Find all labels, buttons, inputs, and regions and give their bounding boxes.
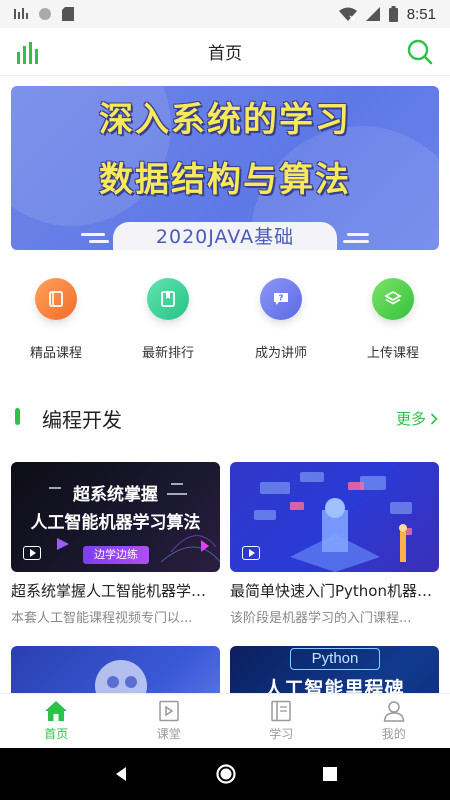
back-icon[interactable]: [112, 765, 130, 783]
course-description: 该阶段是机器学习的入门课程...: [230, 611, 412, 626]
thumbnail-title: 超系统掌握: [73, 485, 158, 505]
banner-subtitle: 2020JAVA基础: [113, 222, 337, 250]
category-label: 最新排行: [141, 346, 194, 361]
search-icon[interactable]: [406, 38, 434, 66]
cell-signal-icon: [365, 7, 380, 21]
thumbnail-subtitle: 人工智能机器学习算法: [30, 513, 201, 533]
video-icon: [23, 546, 41, 560]
recents-icon[interactable]: [322, 766, 338, 782]
course-card[interactable]: 超系统掌握 人工智能机器学习算法 边学边练 超系统掌握人工智能机器学习算法 本套…: [11, 462, 220, 626]
signal-bars-icon: [14, 8, 28, 19]
nav-label: 首页: [44, 727, 69, 741]
system-nav-bar: [0, 748, 450, 800]
lecturer-icon: ?: [260, 278, 302, 320]
app-bar: 首页: [0, 28, 450, 76]
banner-dash: [89, 240, 109, 243]
page-title: 首页: [208, 44, 242, 64]
category-grid: 精品课程 最新排行 ? 成为讲师 上传课程: [0, 278, 450, 368]
nav-label: 课堂: [156, 727, 181, 741]
more-label: 更多: [395, 410, 426, 428]
course-thumbnail: [230, 462, 439, 572]
banner-headline-2: 数据结构与算法: [99, 160, 351, 200]
promo-banner[interactable]: 深入系统的学习 数据结构与算法 2020JAVA基础: [11, 86, 439, 250]
nav-item-home[interactable]: 首页: [0, 694, 113, 748]
nav-label: 学习: [269, 727, 294, 741]
course-card[interactable]: 最简单快速入门Python机器学习 该阶段是机器学习的入门课程...: [230, 462, 439, 626]
ranking-icon: [147, 278, 189, 320]
course-title: 超系统掌握人工智能机器学习算法: [11, 582, 220, 600]
home-icon: [45, 701, 68, 721]
home-button-icon[interactable]: [215, 763, 237, 785]
section-title: 编程开发: [42, 408, 122, 432]
category-item-premium[interactable]: 精品课程: [6, 278, 106, 361]
category-label: 精品课程: [29, 346, 82, 361]
more-link[interactable]: 更多: [396, 408, 438, 429]
chevron-right-icon: [430, 412, 438, 425]
category-label: 上传课程: [366, 346, 419, 361]
study-icon: [271, 700, 291, 722]
layers-icon: [372, 278, 414, 320]
banner-dash: [347, 233, 369, 236]
banner-headline: 深入系统的学习: [99, 100, 351, 140]
category-item-ranking[interactable]: 最新排行: [118, 278, 218, 361]
banner-dash: [81, 233, 105, 236]
video-icon: [242, 546, 260, 560]
category-item-lecturer[interactable]: ? 成为讲师: [231, 278, 331, 361]
svg-text:?: ?: [279, 294, 284, 303]
sd-card-icon: [62, 7, 74, 21]
stats-icon[interactable]: [14, 38, 42, 66]
status-bar: 8:51: [0, 0, 450, 28]
course-thumbnail: 超系统掌握 人工智能机器学习算法 边学边练: [11, 462, 220, 572]
nav-label: 我的: [381, 727, 406, 741]
book-icon: [35, 278, 77, 320]
category-label: 成为讲师: [254, 346, 307, 361]
course-description: 本套人工智能课程视频专门以...: [11, 611, 193, 626]
thumbnail-illustration: [254, 472, 412, 572]
section-header: 编程开发 更多: [0, 398, 450, 438]
classroom-icon: [159, 700, 179, 722]
thumbnail-tag: 边学边练: [83, 546, 149, 564]
section-accent-bar: [15, 408, 20, 425]
nav-item-profile[interactable]: 我的: [338, 694, 450, 748]
nav-item-classroom[interactable]: 课堂: [113, 694, 226, 748]
wifi-icon: [338, 7, 357, 21]
battery-icon: [388, 6, 398, 22]
nav-item-study[interactable]: 学习: [225, 694, 338, 748]
banner-dash: [343, 240, 369, 243]
circle-icon: [39, 8, 51, 20]
thumbnail-title: Python: [290, 648, 380, 670]
course-title: 最简单快速入门Python机器学习: [230, 582, 439, 600]
category-item-upload[interactable]: 上传课程: [343, 278, 443, 361]
bottom-nav: 首页 课堂 学习 我的: [0, 693, 450, 748]
profile-icon: [383, 701, 405, 722]
status-time: 8:51: [406, 5, 436, 23]
